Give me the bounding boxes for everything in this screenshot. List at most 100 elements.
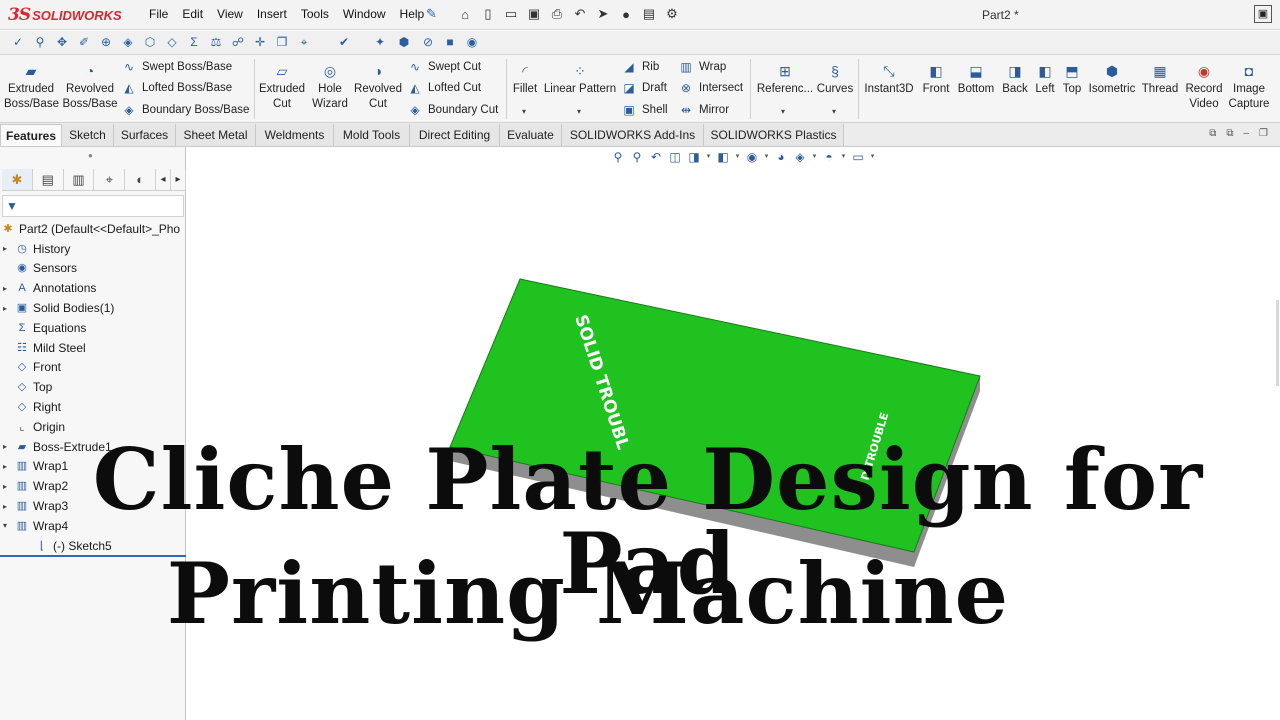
left-view-button[interactable]: ◧ Left xyxy=(1032,62,1058,97)
dropdown-caret-icon[interactable]: ▾ xyxy=(734,149,741,165)
wrap-button[interactable]: ▥ Wrap xyxy=(678,57,726,77)
sum-icon[interactable]: Σ xyxy=(186,34,202,50)
tab-weldments[interactable]: Weldments xyxy=(256,124,334,146)
tab-surfaces[interactable]: Surfaces xyxy=(114,124,176,146)
save-icon[interactable]: ▣ xyxy=(524,4,544,24)
extruded-cut-button[interactable]: ▱ Extruded Cut xyxy=(256,62,308,112)
menu-insert[interactable]: Insert xyxy=(250,7,294,21)
hide-show-items-icon[interactable]: ◕ xyxy=(773,149,789,165)
view-orientation-icon[interactable]: ◧ xyxy=(715,149,731,165)
top-view-button[interactable]: ⬒ Top xyxy=(1059,62,1085,97)
swept-boss-button[interactable]: ∿ Swept Boss/Base xyxy=(121,57,232,77)
pattern-dropdown-icon[interactable]: ▾ xyxy=(577,107,581,116)
intersect-button[interactable]: ⊗ Intersect xyxy=(678,78,743,98)
tree-item[interactable]: ◇ Right xyxy=(0,397,186,417)
bottom-view-button[interactable]: ⬓ Bottom xyxy=(955,62,997,97)
panel-grip-icon[interactable]: ● xyxy=(88,151,93,160)
select-cursor-icon[interactable]: ➤ xyxy=(593,4,613,24)
expand-arrow-icon[interactable]: ▸ xyxy=(0,244,10,253)
expand-arrow-icon[interactable]: ▸ xyxy=(0,284,10,293)
tab-sketch[interactable]: Sketch xyxy=(62,124,114,146)
graphics-scrollbar[interactable] xyxy=(1276,300,1279,386)
fillet-dropdown-icon[interactable]: ▾ xyxy=(522,107,526,116)
extruded-boss-button[interactable]: ▰ Extruded Boss/Base xyxy=(4,62,59,112)
back-view-button[interactable]: ◨ Back xyxy=(999,62,1031,97)
tree-root-part[interactable]: ✱ Part2 (Default<<Default>_Pho xyxy=(0,219,186,239)
new-document-icon[interactable]: ▯ xyxy=(478,4,498,24)
dropdown-caret-icon[interactable]: ▾ xyxy=(705,149,712,165)
help-circle-icon[interactable]: ◉ xyxy=(464,34,480,50)
tab-solidworks-add-ins[interactable]: SOLIDWORKS Add-Ins xyxy=(562,124,704,146)
tile-icon[interactable]: ⧉ xyxy=(1226,128,1233,139)
apply-scene-icon[interactable]: ◓ xyxy=(821,149,837,165)
lofted-cut-button[interactable]: ◭ Lofted Cut xyxy=(407,78,481,98)
move-icon[interactable]: ✛ xyxy=(252,34,268,50)
check-icon[interactable]: ✔ xyxy=(336,34,352,50)
shield-icon[interactable]: ⬡ xyxy=(142,34,158,50)
reference-geometry-button[interactable]: ⊞ Referenc... xyxy=(754,62,816,97)
record-icon[interactable]: ■ xyxy=(442,34,458,50)
maximize-icon[interactable]: ❐ xyxy=(1259,128,1268,139)
isometric-view-button[interactable]: ⬢ Isometric xyxy=(1087,62,1137,97)
tree-item[interactable]: Σ Equations xyxy=(0,318,186,338)
display-style-icon[interactable]: ◉ xyxy=(744,149,760,165)
thread-button[interactable]: ▦ Thread xyxy=(1140,62,1180,97)
tree-item[interactable]: ☷ Mild Steel xyxy=(0,338,186,358)
reference-dropdown-icon[interactable]: ▾ xyxy=(781,107,785,116)
fillet-button[interactable]: ◜ Fillet xyxy=(510,62,540,97)
menu-edit[interactable]: Edit xyxy=(175,7,210,21)
appearance-icon[interactable]: ◈ xyxy=(120,34,136,50)
menu-file[interactable]: File xyxy=(142,7,175,21)
zoom-icon[interactable]: ⚲ xyxy=(32,34,48,50)
snap-icon[interactable]: ✥ xyxy=(54,34,70,50)
edit-appearance-icon[interactable]: ◈ xyxy=(792,149,808,165)
dimxpert-tab-icon[interactable]: ⌖ xyxy=(94,169,126,190)
feature-manager-tab-icon[interactable]: ✱ xyxy=(2,169,33,190)
configuration-manager-tab-icon[interactable]: ▥ xyxy=(64,169,95,190)
tree-item[interactable]: ◉ Sensors xyxy=(0,259,186,279)
instant3d-button[interactable]: ⤡ Instant3D xyxy=(862,62,916,97)
draft-button[interactable]: ◪ Draft xyxy=(621,78,667,98)
close-window-button[interactable]: ▣ xyxy=(1254,5,1272,23)
linear-pattern-button[interactable]: ⁘ Linear Pattern xyxy=(543,62,617,97)
section-icon[interactable]: ◇ xyxy=(164,34,180,50)
display-manager-tab-icon[interactable]: ◐ xyxy=(125,169,157,190)
tab-evaluate[interactable]: Evaluate xyxy=(500,124,562,146)
property-manager-tab-icon[interactable]: ▤ xyxy=(33,169,64,190)
shell-button[interactable]: ▣ Shell xyxy=(621,100,667,120)
sketch-tool-icon[interactable]: ✐ xyxy=(76,34,92,50)
copy-icon[interactable]: ❐ xyxy=(274,34,290,50)
revolved-cut-button[interactable]: ◑ Revolved Cut xyxy=(353,62,403,112)
boundary-cut-button[interactable]: ◈ Boundary Cut xyxy=(407,100,498,120)
rebuild-icon[interactable]: ● xyxy=(616,4,636,24)
tab-scroll-left-icon[interactable]: ◂ xyxy=(156,169,172,190)
tree-item[interactable]: ▸ ◷ History xyxy=(0,239,186,259)
curves-dropdown-icon[interactable]: ▾ xyxy=(832,107,836,116)
swept-cut-button[interactable]: ∿ Swept Cut xyxy=(407,57,481,77)
tree-item[interactable]: ▸ A Annotations xyxy=(0,278,186,298)
measure-icon[interactable]: ⊕ xyxy=(98,34,114,50)
toolbox-icon[interactable]: ⬢ xyxy=(396,34,412,50)
tree-filter-field[interactable]: ▼ xyxy=(2,195,184,217)
open-folder-icon[interactable]: ▭ xyxy=(501,4,521,24)
dynamic-annotation-icon[interactable]: ◨ xyxy=(686,149,702,165)
solidworks-logo[interactable]: 3S SOLIDWORKS xyxy=(8,5,122,25)
menu-view[interactable]: View xyxy=(210,7,250,21)
curves-button[interactable]: § Curves xyxy=(815,62,855,97)
revolved-boss-button[interactable]: ◔ Revolved Boss/Base xyxy=(62,62,118,112)
tab-sheet-metal[interactable]: Sheet Metal xyxy=(176,124,256,146)
tab-mold-tools[interactable]: Mold Tools xyxy=(334,124,410,146)
plugin-icon[interactable]: ✦ xyxy=(372,34,388,50)
file-properties-icon[interactable]: ▤ xyxy=(639,4,659,24)
tree-item[interactable]: ◇ Top xyxy=(0,377,186,397)
tab-solidworks-plastics[interactable]: SOLIDWORKS Plastics xyxy=(704,124,844,146)
dropdown-caret-icon[interactable]: ▾ xyxy=(869,149,876,165)
options-gear-icon[interactable]: ⚙ xyxy=(662,4,682,24)
dropdown-caret-icon[interactable]: ▾ xyxy=(840,149,847,165)
section-view-icon[interactable]: ◫ xyxy=(667,149,683,165)
dropdown-caret-icon[interactable]: ▾ xyxy=(811,149,818,165)
front-view-button[interactable]: ◧ Front xyxy=(918,62,954,97)
hierarchy-icon[interactable]: ☍ xyxy=(230,34,246,50)
undo-icon[interactable]: ↶ xyxy=(570,4,590,24)
zoom-to-fit-icon[interactable]: ⚲ xyxy=(610,149,626,165)
